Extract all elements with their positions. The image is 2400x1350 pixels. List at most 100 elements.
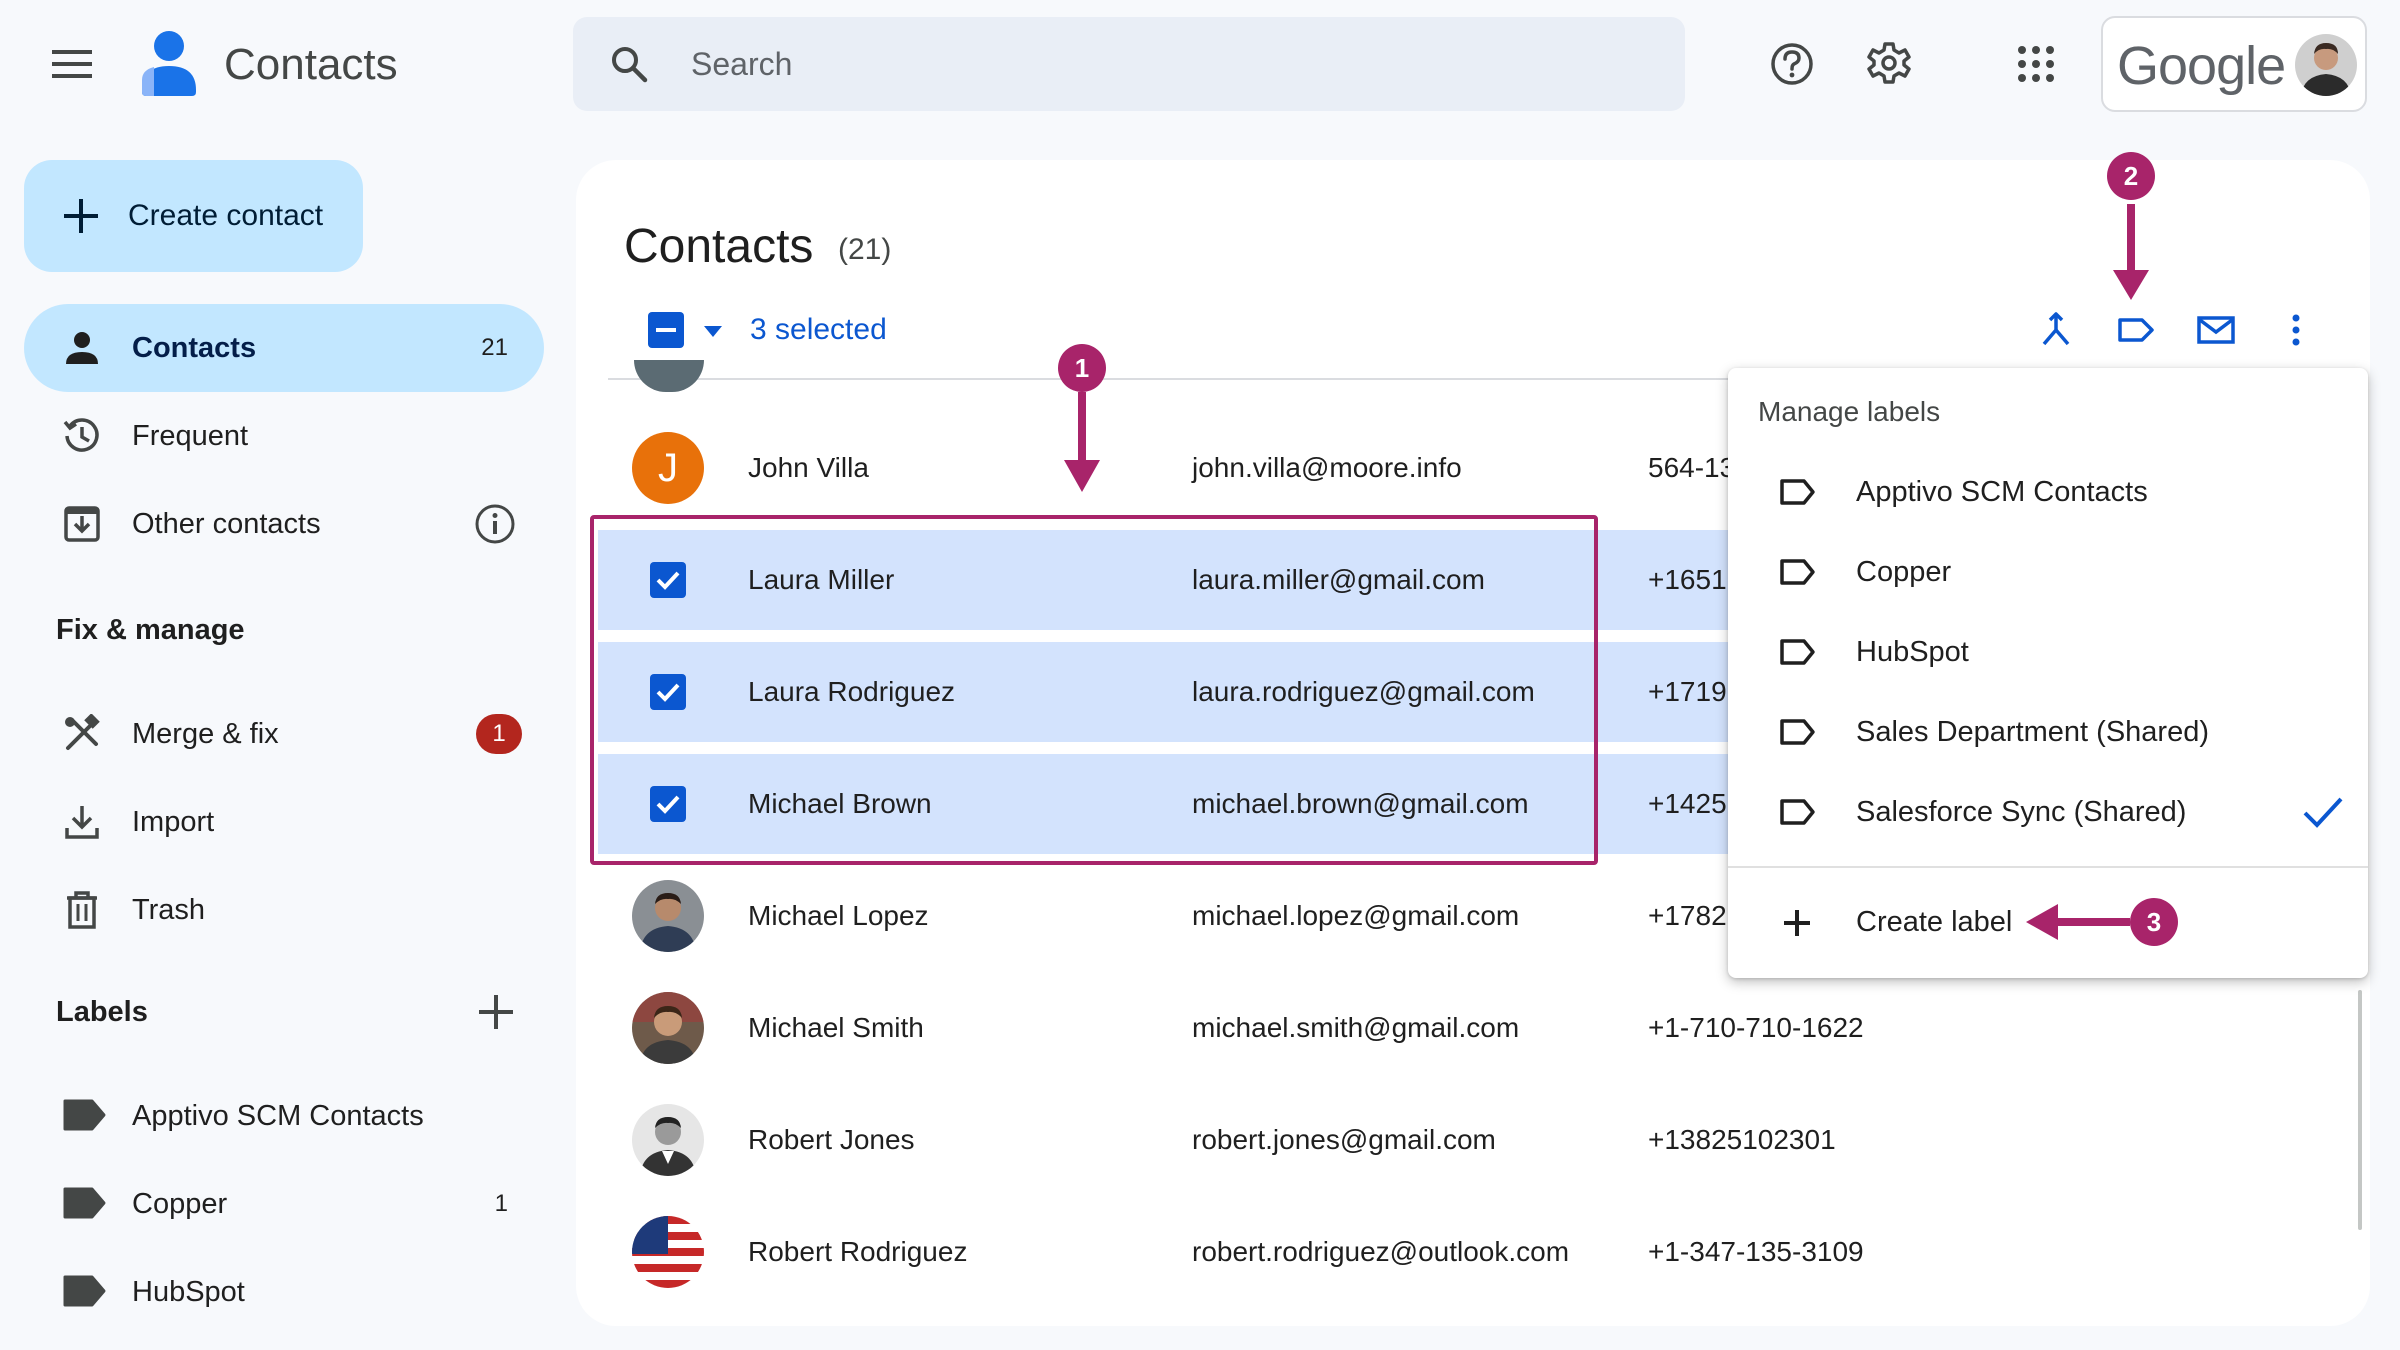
avatar xyxy=(632,992,704,1064)
menu-item-sales-department[interactable]: Sales Department (Shared) xyxy=(1728,692,2368,772)
sidebar-label-copper[interactable]: Copper 1 xyxy=(24,1160,544,1248)
contact-name: Robert Rodriguez xyxy=(748,1236,968,1267)
help-icon[interactable] xyxy=(1770,42,1814,86)
contacts-logo-icon xyxy=(138,30,200,98)
avatar xyxy=(632,1104,704,1176)
contact-name: Michael Smith xyxy=(748,1012,924,1043)
table-row[interactable]: Robert Rodriguez robert.rodriguez@outloo… xyxy=(598,1202,1864,1302)
table-row[interactable]: Robert Jones robert.jones@gmail.com +138… xyxy=(598,1090,1836,1190)
create-label-text: Create label xyxy=(1856,906,2013,938)
label-outline-icon xyxy=(1778,634,1818,670)
step-1-marker: 1 xyxy=(1058,344,1106,392)
manage-labels-icon[interactable] xyxy=(2116,310,2156,350)
menu-item-label: Apptivo SCM Contacts xyxy=(1856,476,2148,508)
trash-icon xyxy=(62,890,102,930)
merge-icon[interactable] xyxy=(2036,310,2076,350)
page-title: Contacts xyxy=(624,220,814,273)
checkmark-icon xyxy=(2300,790,2346,834)
label-filled-icon xyxy=(62,1274,106,1308)
contact-phone: +1-710-710-1622 xyxy=(1648,1012,1864,1043)
menu-item-hubspot[interactable]: HubSpot xyxy=(1728,612,2368,692)
contact-name: Robert Jones xyxy=(748,1124,915,1155)
avatar xyxy=(632,880,704,952)
scrollbar[interactable] xyxy=(2358,990,2362,1230)
sidebar-item-trash[interactable]: Trash xyxy=(24,866,544,954)
sidebar-item-import[interactable]: Import xyxy=(24,778,544,866)
menu-item-salesforce-sync[interactable]: Salesforce Sync (Shared) xyxy=(1728,772,2368,852)
download-box-icon xyxy=(62,504,102,544)
person-icon xyxy=(62,328,102,368)
label-outline-icon xyxy=(1778,474,1818,510)
step-1-arrow xyxy=(1064,392,1100,492)
sidebar-item-label: Apptivo SCM Contacts xyxy=(132,1100,424,1132)
send-email-icon[interactable] xyxy=(2196,310,2236,350)
menu-item-label: HubSpot xyxy=(1856,636,1969,668)
user-avatar[interactable] xyxy=(2295,34,2357,96)
contact-phone: +1719 xyxy=(1648,676,1727,707)
app-title: Contacts xyxy=(224,40,398,89)
menu-item-label: Copper xyxy=(1856,556,1952,588)
menu-divider xyxy=(1728,866,2368,868)
contact-name: Michael Lopez xyxy=(748,900,929,931)
contact-phone: +1651 xyxy=(1648,564,1727,595)
contact-email: michael.lopez@gmail.com xyxy=(1192,900,1520,931)
contacts-count: 21 xyxy=(481,334,508,361)
step-3-marker: 3 xyxy=(2130,898,2178,946)
menu-item-apptivo[interactable]: Apptivo SCM Contacts xyxy=(1728,452,2368,532)
menu-title: Manage labels xyxy=(1758,396,1941,427)
main-menu-button[interactable] xyxy=(52,46,92,82)
google-wordmark: Google xyxy=(2117,36,2286,96)
sidebar-item-label: Merge & fix xyxy=(132,718,279,750)
create-contact-label: Create contact xyxy=(128,199,324,232)
sidebar-item-label: Frequent xyxy=(132,420,249,452)
contact-email: robert.rodriguez@outlook.com xyxy=(1192,1236,1570,1267)
menu-item-copper[interactable]: Copper xyxy=(1728,532,2368,612)
account-switcher[interactable]: Google xyxy=(2101,16,2367,112)
table-row[interactable]: J John Villa john.villa@moore.info 564-1… xyxy=(598,418,1758,518)
contact-email: john.villa@moore.info xyxy=(1192,452,1462,483)
contact-phone: +1782 xyxy=(1648,900,1727,931)
selection-dropdown-caret-icon[interactable] xyxy=(700,318,726,344)
import-icon xyxy=(62,802,102,842)
plus-icon xyxy=(1778,904,1818,940)
more-actions-icon[interactable] xyxy=(2276,310,2316,350)
selection-count-text[interactable]: 3 selected xyxy=(750,310,887,350)
search-icon[interactable] xyxy=(609,44,649,84)
label-outline-icon xyxy=(1778,714,1818,750)
sidebar-item-other-contacts[interactable]: Other contacts xyxy=(24,480,544,568)
history-icon xyxy=(62,416,102,456)
label-outline-icon xyxy=(1778,554,1818,590)
search-bar[interactable] xyxy=(573,17,1685,111)
sidebar-item-label: Trash xyxy=(132,894,206,926)
step-2-marker: 2 xyxy=(2107,152,2155,200)
sidebar-label-hubspot[interactable]: HubSpot xyxy=(24,1248,544,1336)
avatar-flag xyxy=(632,1216,704,1288)
sidebar-item-label: Copper xyxy=(132,1188,228,1220)
select-all-checkbox[interactable] xyxy=(648,312,684,348)
sidebar-item-merge-fix[interactable]: Merge & fix 1 xyxy=(24,690,544,778)
merge-fix-badge: 1 xyxy=(476,714,522,754)
contact-phone: +1425 xyxy=(1648,788,1727,819)
plus-icon xyxy=(62,197,100,235)
sidebar-item-frequent[interactable]: Frequent xyxy=(24,392,544,480)
selection-highlight-box xyxy=(590,515,1598,865)
contact-email: michael.smith@gmail.com xyxy=(1192,1012,1520,1043)
search-input[interactable] xyxy=(691,17,1591,111)
sidebar-item-label: Contacts xyxy=(132,332,257,364)
fix-manage-heading: Fix & manage xyxy=(56,614,245,646)
step-3-arrow xyxy=(2026,904,2130,940)
sidebar-item-contacts[interactable]: Contacts 21 xyxy=(24,304,544,392)
label-filled-icon xyxy=(62,1098,106,1132)
table-row[interactable]: Michael Smith michael.smith@gmail.com +1… xyxy=(598,978,1864,1078)
avatar: J xyxy=(632,432,704,504)
create-contact-button[interactable]: Create contact xyxy=(24,160,363,272)
google-apps-icon[interactable] xyxy=(2016,44,2056,84)
settings-gear-icon[interactable] xyxy=(1866,40,1912,86)
sidebar-label-apptivo[interactable]: Apptivo SCM Contacts xyxy=(24,1072,544,1160)
menu-item-label: Sales Department (Shared) xyxy=(1856,716,2209,748)
table-row[interactable]: Michael Lopez michael.lopez@gmail.com +1… xyxy=(598,866,1758,966)
info-icon[interactable] xyxy=(474,503,516,545)
label-filled-icon xyxy=(62,1186,106,1220)
add-label-plus-icon[interactable] xyxy=(476,992,516,1032)
label-outline-icon xyxy=(1778,794,1818,830)
